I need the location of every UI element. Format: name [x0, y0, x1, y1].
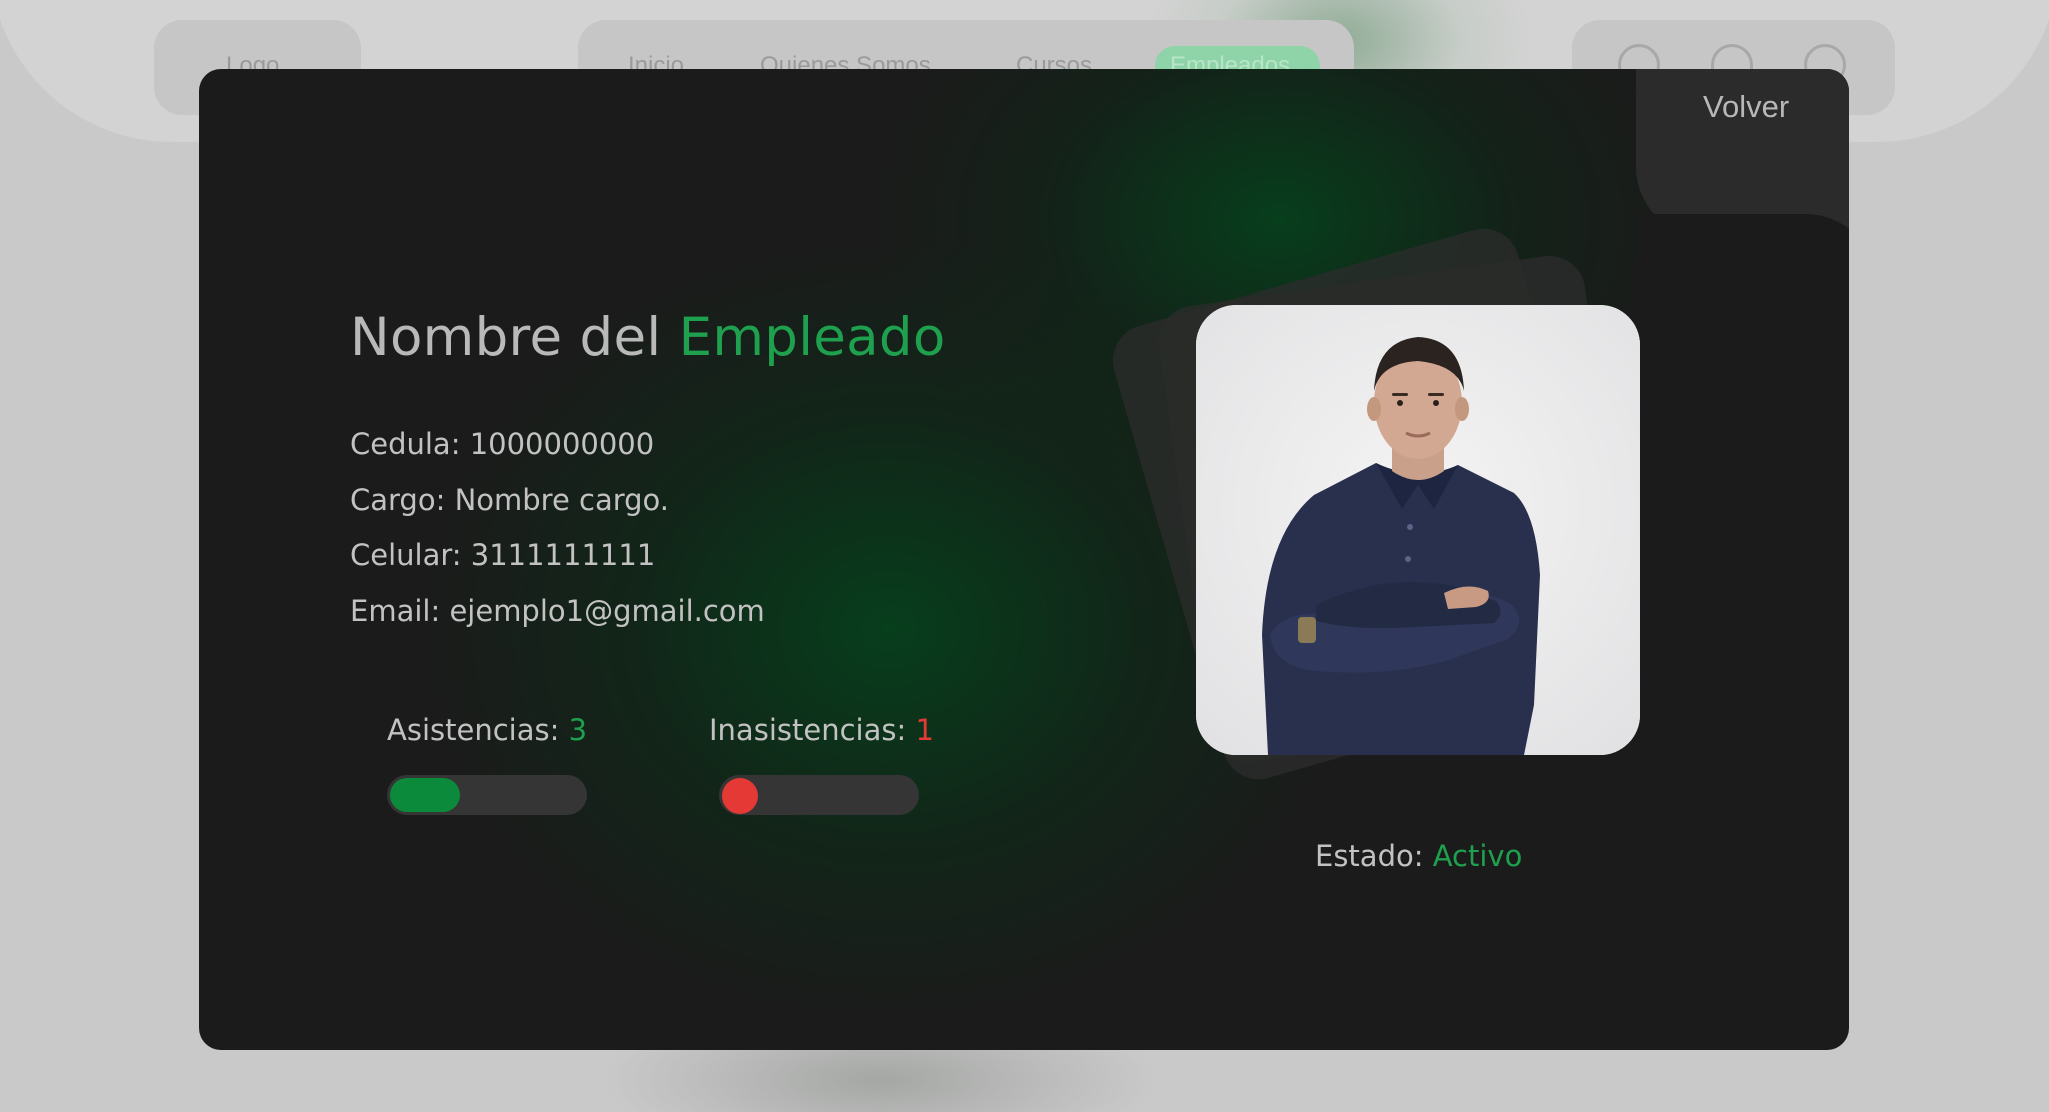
employee-photo	[1196, 305, 1640, 755]
page-root: Logo Inicio Quienes Somos Cursos Emplead…	[0, 0, 2049, 1112]
absences-label: Inasistencias:	[709, 713, 907, 747]
attendance-stat: Asistencias: 3	[387, 713, 587, 747]
employee-cargo: Cargo: Nombre cargo.	[350, 483, 669, 517]
employee-detail-modal: Volver Nombre del Empleado Cedula: 10000…	[199, 69, 1849, 1050]
employee-photo-image	[1196, 305, 1640, 755]
back-button[interactable]: Volver	[1703, 89, 1789, 125]
attendance-label: Asistencias:	[387, 713, 560, 747]
back-tab-curve	[1636, 214, 1849, 334]
absences-bar-knob	[722, 778, 758, 814]
title-accent: Empleado	[678, 307, 946, 368]
absences-value: 1	[915, 713, 934, 747]
status-value: Activo	[1432, 839, 1523, 873]
employee-celular: Celular: 3111111111	[350, 538, 656, 572]
employee-name-title: Nombre del Empleado	[350, 307, 946, 368]
attendance-value: 3	[568, 713, 588, 747]
attendance-bar	[387, 775, 587, 815]
status-label: Estado:	[1315, 839, 1424, 873]
employee-email: Email: ejemplo1@gmail.com	[350, 594, 765, 628]
title-prefix: Nombre del	[350, 307, 662, 368]
attendance-bar-fill	[390, 778, 460, 812]
absences-stat: Inasistencias: 1	[709, 713, 934, 747]
absences-bar	[719, 775, 919, 815]
employee-cedula: Cedula: 1000000000	[350, 427, 655, 461]
employee-status: Estado: Activo	[1315, 839, 1522, 873]
